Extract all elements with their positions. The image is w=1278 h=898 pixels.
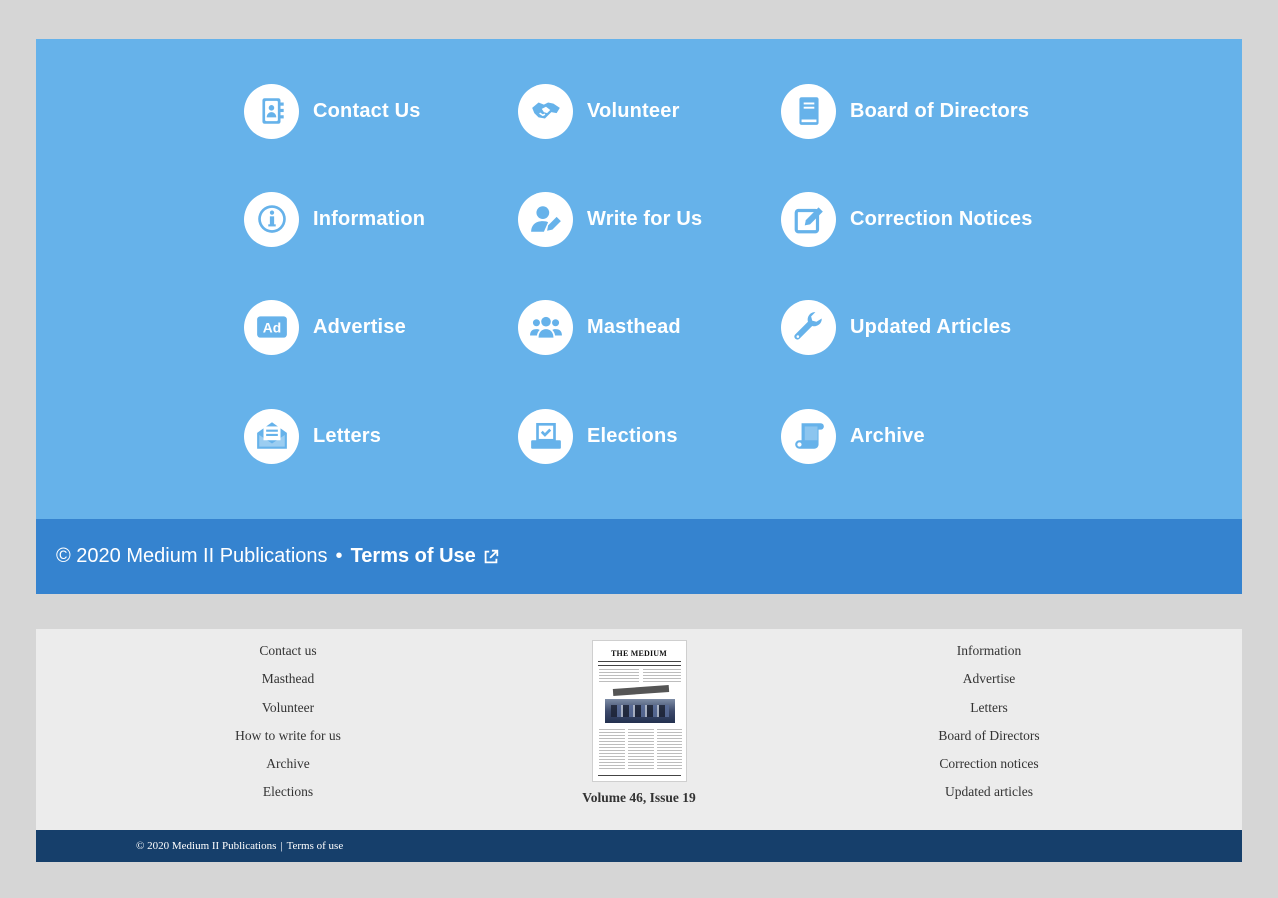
ad-icon: Ad (244, 299, 299, 355)
footer-link-correction-notices[interactable]: Correction notices (889, 754, 1089, 782)
contact-book-icon (244, 83, 299, 139)
terms-of-use-link[interactable]: Terms of Use (351, 545, 500, 568)
quick-link-updated-articles[interactable]: Updated Articles (781, 299, 1011, 355)
quick-link-label: Write for Us (587, 207, 703, 230)
quick-link-label: Elections (587, 424, 678, 447)
footer-link-archive[interactable]: Archive (188, 754, 388, 782)
footer-link-elections[interactable]: Elections (188, 782, 388, 810)
quick-link-label: Volunteer (587, 99, 680, 122)
secondary-footer-left-links: Contact us Masthead Volunteer How to wri… (188, 641, 388, 811)
quick-link-correction-notices[interactable]: Correction Notices (781, 191, 1033, 247)
footer-link-how-to-write[interactable]: How to write for us (188, 726, 388, 754)
bottom-separator: | (280, 840, 283, 852)
quick-link-label: Updated Articles (850, 315, 1012, 338)
quick-link-label: Correction Notices (850, 207, 1033, 230)
footer-link-updated-articles[interactable]: Updated articles (889, 782, 1089, 810)
secondary-footer-right-links: Information Advertise Letters Board of D… (889, 641, 1089, 811)
edit-icon (781, 191, 836, 247)
footer-link-volunteer[interactable]: Volunteer (188, 698, 388, 726)
primary-footer: Contact Us Volunteer Board of Directors (36, 39, 1242, 594)
issue-caption: Volume 46, Issue 19 (582, 790, 696, 805)
footer-link-contact-us[interactable]: Contact us (188, 641, 388, 669)
footer-link-information[interactable]: Information (889, 641, 1089, 669)
quick-link-label: Contact Us (313, 99, 421, 122)
issue-cover-thumbnail[interactable]: THE MEDIUM (591, 640, 687, 782)
svg-text:Ad: Ad (262, 319, 280, 335)
quick-link-letters[interactable]: Letters (244, 408, 381, 464)
copyright-text: © 2020 Medium II Publications (56, 545, 328, 567)
quick-link-label: Letters (313, 424, 382, 447)
footer-link-letters[interactable]: Letters (889, 698, 1089, 726)
quick-links-panel: Contact Us Volunteer Board of Directors (36, 39, 1242, 519)
copyright-bar: © 2020 Medium II Publications • Terms of… (36, 519, 1242, 594)
secondary-footer: Contact us Masthead Volunteer How to wri… (36, 629, 1242, 830)
user-pen-icon (518, 191, 573, 247)
quick-link-masthead[interactable]: Masthead (518, 299, 681, 355)
handshake-icon (518, 83, 573, 139)
footer-link-board-of-directors[interactable]: Board of Directors (889, 726, 1089, 754)
quick-link-label: Information (313, 207, 426, 230)
terms-of-use-label: Terms of Use (350, 545, 476, 567)
quick-link-label: Masthead (587, 315, 681, 338)
book-icon (781, 83, 836, 139)
bottom-copyright-bar: © 2020 Medium II Publications | Terms of… (36, 830, 1242, 862)
users-icon (518, 299, 573, 355)
quick-link-write-for-us[interactable]: Write for Us (518, 191, 702, 247)
wrench-icon (781, 299, 836, 355)
quick-link-label: Advertise (313, 315, 406, 338)
quick-link-label: Archive (850, 424, 925, 447)
envelope-open-icon (244, 408, 299, 464)
footer-link-advertise[interactable]: Advertise (889, 669, 1089, 697)
footer-link-masthead[interactable]: Masthead (188, 669, 388, 697)
quick-link-advertise[interactable]: Ad Advertise (244, 299, 406, 355)
quick-link-archive[interactable]: Archive (781, 408, 925, 464)
quick-link-elections[interactable]: Elections (518, 408, 678, 464)
cover-masthead: THE MEDIUM (611, 649, 667, 658)
vote-box-icon (518, 408, 573, 464)
quick-link-board-of-directors[interactable]: Board of Directors (781, 83, 1029, 139)
quick-link-information[interactable]: Information (244, 191, 425, 247)
current-issue: THE MEDIUM Volume 46, Issue 19 (576, 640, 702, 806)
quick-link-label: Board of Directors (850, 99, 1030, 122)
scroll-icon (781, 408, 836, 464)
bullet-separator: • (335, 545, 343, 567)
external-link-icon (484, 549, 498, 563)
quick-link-volunteer[interactable]: Volunteer (518, 83, 680, 139)
bottom-terms-link[interactable]: Terms of use (287, 840, 344, 852)
info-icon (244, 191, 299, 247)
quick-link-contact-us[interactable]: Contact Us (244, 83, 421, 139)
bottom-copyright-text: © 2020 Medium II Publications (136, 840, 277, 852)
